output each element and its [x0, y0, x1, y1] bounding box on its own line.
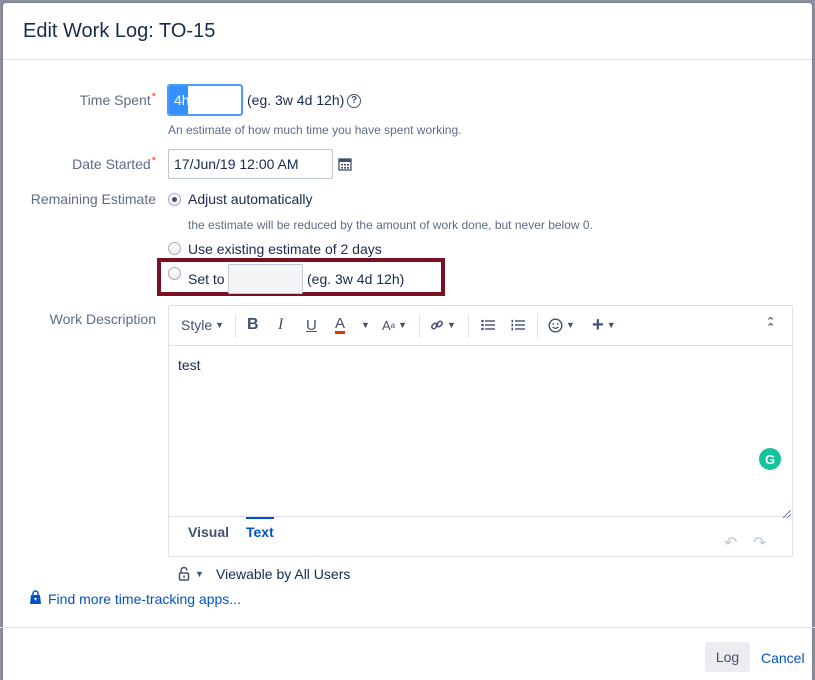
underline-icon[interactable]: U — [306, 314, 317, 336]
dialog-title: Edit Work Log: TO-15 — [23, 20, 215, 43]
chevron-down-icon: ▼ — [195, 569, 204, 579]
tab-text[interactable]: Text — [246, 524, 274, 540]
collapse-icon[interactable]: ⌃⌃ — [766, 314, 775, 336]
cancel-link[interactable]: Cancel — [761, 650, 805, 666]
numbered-list-icon[interactable] — [511, 314, 525, 336]
description-textarea[interactable]: test — [169, 347, 792, 517]
redo-icon[interactable]: ↷ — [753, 533, 766, 553]
toolbar-divider — [419, 314, 420, 338]
emoji-icon[interactable]: ▼ — [548, 314, 575, 336]
grammarly-icon[interactable]: G — [759, 448, 781, 470]
bold-icon[interactable]: B — [247, 314, 259, 336]
bullet-list-icon[interactable] — [481, 314, 495, 336]
footer-divider — [0, 627, 815, 628]
lock-icon — [178, 566, 192, 581]
style-dropdown[interactable]: Style▼ — [181, 314, 224, 336]
radio-adjust-automatically[interactable] — [168, 193, 181, 206]
set-to-estimate-input[interactable] — [228, 264, 303, 294]
date-started-label-text: Date Started — [72, 156, 151, 172]
dialog-header: Edit Work Log: TO-15 — [3, 3, 812, 60]
radio-set-to-label[interactable]: Set to — [188, 271, 225, 287]
time-spent-label-text: Time Spent — [80, 92, 151, 108]
visibility-selector[interactable]: ▼ — [178, 566, 204, 581]
find-more-apps-link[interactable]: Find more time-tracking apps... — [48, 591, 241, 607]
time-spent-input[interactable] — [168, 85, 242, 115]
text-color-icon[interactable]: A — [335, 314, 345, 336]
undo-icon[interactable]: ↶ — [724, 533, 737, 553]
marketplace-bag-icon — [29, 590, 42, 610]
style-dropdown-label: Style — [181, 317, 212, 333]
set-to-example: (eg. 3w 4d 12h) — [307, 271, 404, 287]
toolbar-divider — [537, 314, 538, 338]
toolbar-divider — [235, 314, 236, 338]
radio-use-existing-estimate-label[interactable]: Use existing estimate of 2 days — [188, 241, 382, 257]
work-description-label: Work Description — [50, 311, 156, 327]
required-mark: * — [152, 155, 156, 167]
link-icon[interactable]: ▼ — [430, 314, 456, 336]
resize-handle[interactable] — [783, 510, 791, 518]
required-mark: * — [152, 91, 156, 103]
log-button[interactable]: Log — [705, 642, 750, 672]
time-spent-label: Time Spent* — [80, 92, 156, 108]
remaining-estimate-label: Remaining Estimate — [31, 191, 156, 207]
italic-icon[interactable]: I — [278, 314, 283, 336]
editor-toolbar: Style▼ B I U A ▼ Aa▼ ▼ ▼ +▼ ⌃⌃ — [169, 306, 792, 346]
help-icon[interactable]: ? — [347, 94, 361, 108]
text-color-chevron-icon[interactable]: ▼ — [358, 314, 370, 336]
radio-adjust-automatically-label[interactable]: Adjust automatically — [188, 191, 313, 207]
insert-icon[interactable]: +▼ — [592, 314, 616, 336]
visibility-label: Viewable by All Users — [216, 566, 350, 582]
date-started-input[interactable] — [168, 149, 333, 179]
tab-visual[interactable]: Visual — [188, 524, 229, 540]
more-formatting-icon[interactable]: Aa▼ — [382, 314, 407, 336]
rich-text-editor: Style▼ B I U A ▼ Aa▼ ▼ ▼ +▼ ⌃⌃ test G Vi… — [168, 305, 793, 557]
toolbar-divider — [468, 314, 469, 338]
radio-set-to[interactable] — [168, 267, 181, 280]
date-started-label: Date Started* — [72, 156, 156, 172]
chevron-down-icon: ▼ — [215, 320, 224, 330]
adjust-automatically-description: the estimate will be reduced by the amou… — [188, 218, 593, 232]
time-spent-example: (eg. 3w 4d 12h) — [247, 92, 344, 108]
time-spent-description: An estimate of how much time you have sp… — [168, 123, 461, 137]
calendar-icon[interactable] — [338, 157, 352, 171]
radio-use-existing-estimate[interactable] — [168, 242, 181, 255]
